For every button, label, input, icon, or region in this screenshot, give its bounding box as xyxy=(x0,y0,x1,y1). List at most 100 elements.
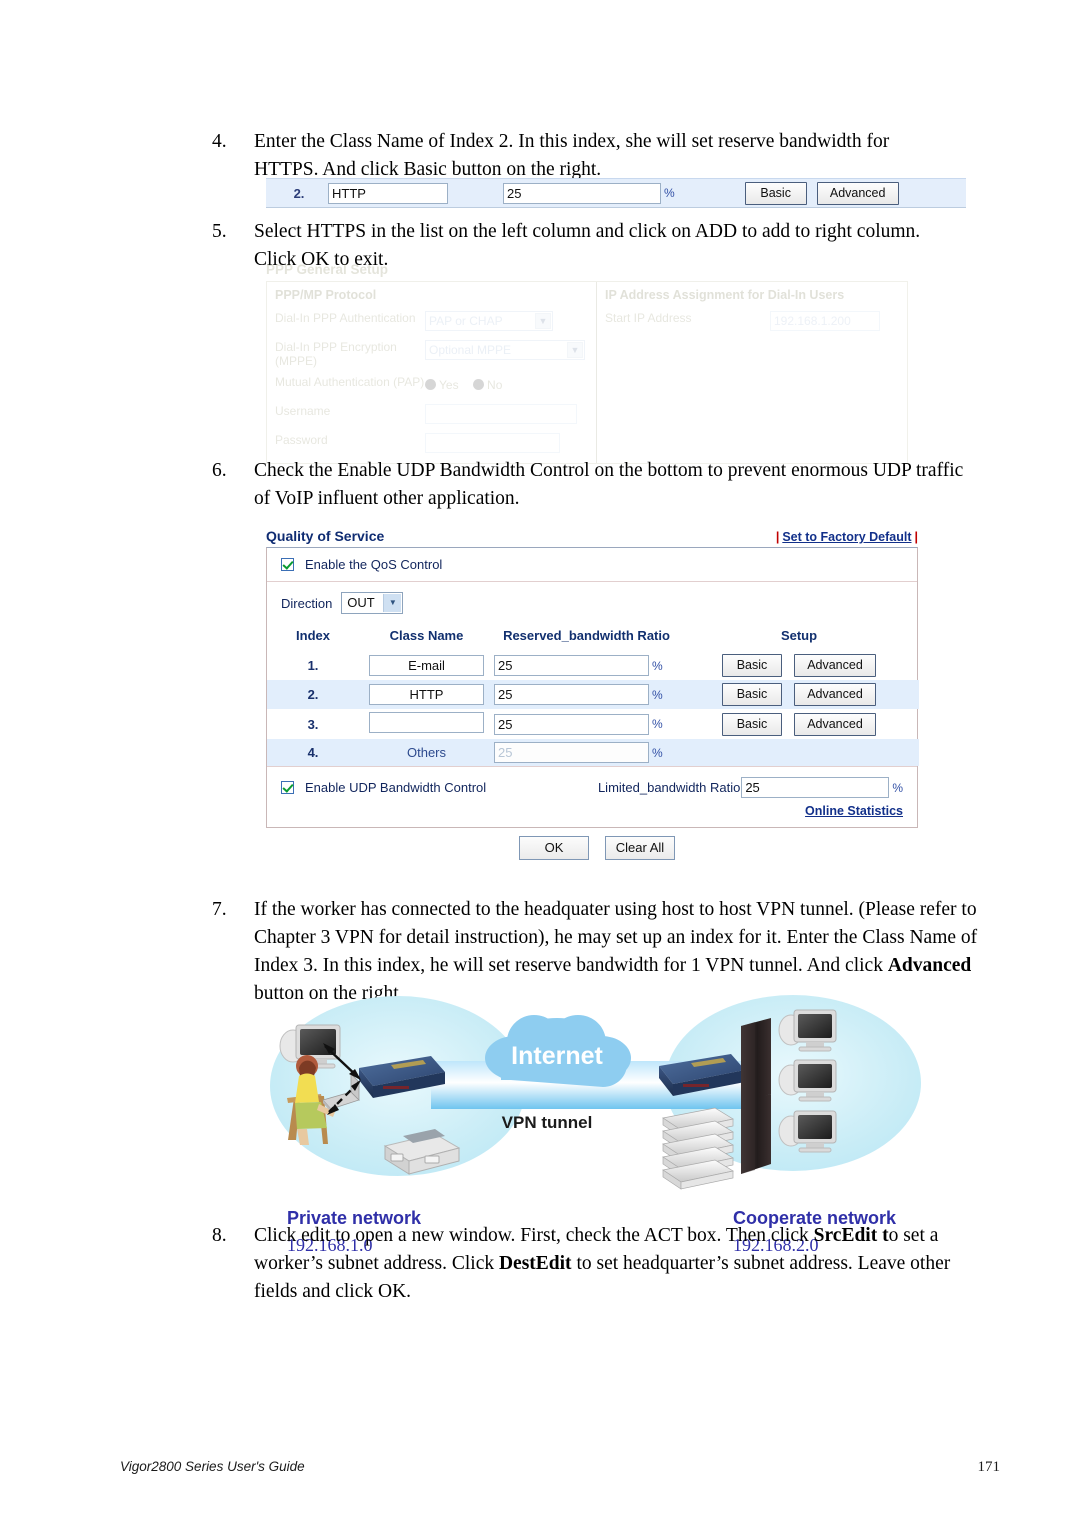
direction-row: Direction OUT ▼ xyxy=(267,582,917,624)
ip-assignment-heading: IP Address Assignment for Dial-In Users xyxy=(605,288,845,302)
basic-button[interactable]: Basic xyxy=(722,712,782,736)
ppp-general-setup-panel: PPP General Setup PPP/MP Protocol Dial-I… xyxy=(266,262,908,464)
start-ip-address-field: Start IP Address 192.168.1.200 xyxy=(605,311,899,333)
advanced-button[interactable]: Advanced xyxy=(794,712,876,736)
step-6-number: 6. xyxy=(212,460,227,481)
step-4-text: Enter the Class Name of Index 2. In this… xyxy=(254,131,890,180)
qos-class-table: Index Class Name Reserved_bandwidth Rati… xyxy=(267,624,919,766)
chevron-down-icon: ▼ xyxy=(567,342,583,358)
percent-label: % xyxy=(652,717,663,731)
step-8: 8. Click edit to open a new window. Firs… xyxy=(212,1222,992,1306)
step-4-number: 4. xyxy=(212,131,227,152)
start-ip-address-input[interactable]: 192.168.1.200 xyxy=(770,311,880,331)
enable-udp-checkbox[interactable] xyxy=(281,781,294,794)
enable-qos-label: Enable the QoS Control xyxy=(305,557,443,572)
percent-label: % xyxy=(652,687,663,702)
table-row: 1. E-mail 25 % Basic Advanced xyxy=(267,651,919,680)
enable-udp-label: Enable UDP Bandwidth Control xyxy=(305,780,487,795)
step-6: 6. Check the Enable UDP Bandwidth Contro… xyxy=(212,457,972,513)
ratio-input[interactable]: 25 xyxy=(494,655,649,676)
advanced-button[interactable]: Advanced xyxy=(794,683,876,706)
step-7-text-part1: If the worker has connected to the headq… xyxy=(254,899,978,976)
ppp-protocol-column: PPP/MP Protocol Dial-In PPP Authenticati… xyxy=(267,282,597,463)
row-index: 2. xyxy=(267,680,359,709)
enable-udp-bandwidth-row: Enable UDP Bandwidth Control Limited_ban… xyxy=(267,766,917,802)
direction-select[interactable]: OUT ▼ xyxy=(341,592,404,614)
class-name-input[interactable] xyxy=(369,712,484,733)
limited-bandwidth-group: Limited_bandwidth Ratio 25 % xyxy=(598,777,917,798)
clear-all-button[interactable]: Clear All xyxy=(605,836,675,860)
mutual-no-label: No xyxy=(487,378,503,392)
step4-class-name-input[interactable]: HTTP xyxy=(328,182,448,204)
online-statistics-link[interactable]: Online Statistics xyxy=(805,804,903,818)
vpn-tunnel-label: VPN tunnel xyxy=(502,1113,593,1132)
step-6-text: Check the Enable UDP Bandwidth Control o… xyxy=(254,460,964,509)
server-stack-icon xyxy=(662,1107,734,1190)
qos-panel-body: Enable the QoS Control Direction OUT ▼ I… xyxy=(266,547,919,828)
step-7-number: 7. xyxy=(212,899,227,920)
chevron-down-icon: ▼ xyxy=(535,313,551,329)
ratio-input[interactable]: 25 xyxy=(494,713,649,735)
direction-label: Direction xyxy=(281,595,333,611)
ratio-input-readonly: 25 xyxy=(494,742,649,763)
set-to-factory-default: | Set to Factory Default | xyxy=(776,530,918,544)
username-input[interactable] xyxy=(425,404,577,424)
footer-page-number: 171 xyxy=(977,1459,1001,1475)
internet-cloud-icon: Internet xyxy=(485,1015,631,1087)
step-8-text: Click edit to open a new window. First, … xyxy=(254,1222,992,1306)
step4-ratio-input[interactable]: 25 xyxy=(503,182,661,204)
ppp-panel-title: PPP General Setup xyxy=(266,262,389,277)
chevron-down-icon: ▼ xyxy=(383,594,402,612)
limited-bandwidth-input[interactable]: 25 xyxy=(741,777,890,798)
page-footer: Vigor2800 Series User's Guide 171 xyxy=(120,1459,1000,1476)
row-index: 3. xyxy=(307,716,319,732)
basic-button[interactable]: Basic xyxy=(722,683,782,706)
column-reserved-bandwidth-ratio: Reserved_bandwidth Ratio xyxy=(503,628,670,643)
advanced-button[interactable]: Advanced xyxy=(794,654,876,677)
dial-in-ppp-authentication-field: Dial-In PPP Authentication PAP or CHAP ▼ xyxy=(275,311,588,333)
class-name-static: Others xyxy=(359,739,494,766)
class-name-input[interactable]: E-mail xyxy=(369,655,484,676)
start-ip-address-label: Start IP Address xyxy=(605,311,692,325)
column-setup: Setup xyxy=(780,628,818,643)
ip-assignment-column: IP Address Assignment for Dial-In Users … xyxy=(597,282,907,463)
step4-class-row: 2. HTTP 25 % Basic Advanced xyxy=(266,178,966,208)
percent-label: % xyxy=(652,745,663,760)
mutual-yes-label: Yes xyxy=(439,378,459,392)
ppp-mp-protocol-heading: PPP/MP Protocol xyxy=(275,288,377,302)
table-row: 4. Others 25 % xyxy=(267,739,919,766)
radio-yes-icon[interactable] xyxy=(425,379,436,390)
step4-row-index: 2. xyxy=(293,185,305,201)
dial-in-ppp-authentication-select[interactable]: PAP or CHAP ▼ xyxy=(425,311,553,331)
step-5-number: 5. xyxy=(212,221,227,242)
enable-qos-row: Enable the QoS Control xyxy=(267,548,917,582)
qos-action-buttons: OK Clear All xyxy=(519,836,675,860)
enable-qos-checkbox[interactable] xyxy=(281,558,294,571)
dial-in-ppp-authentication-value: PAP or CHAP xyxy=(429,314,503,328)
mutual-authentication-radios: Yes No xyxy=(425,375,512,394)
radio-no-icon[interactable] xyxy=(473,379,485,390)
class-name-input[interactable]: HTTP xyxy=(369,684,484,705)
footer-guide-title: Vigor2800 Series User's Guide xyxy=(120,1459,305,1474)
set-to-factory-default-link[interactable]: Set to Factory Default xyxy=(782,530,911,544)
username-label: Username xyxy=(275,404,331,418)
dial-in-ppp-encryption-select[interactable]: Optional MPPE ▼ xyxy=(425,340,585,360)
qos-table-header-row: Index Class Name Reserved_bandwidth Rati… xyxy=(267,624,919,651)
username-field: Username xyxy=(275,404,588,426)
password-field: Password xyxy=(275,433,588,455)
mutual-authentication-field: Mutual Authentication (PAP) Yes No xyxy=(275,375,588,397)
step4-advanced-button[interactable]: Advanced xyxy=(816,181,899,205)
step4-basic-button[interactable]: Basic xyxy=(744,181,807,205)
password-input[interactable] xyxy=(425,433,560,453)
dial-in-ppp-encryption-field: Dial-In PPP Encryption (MPPE) Optional M… xyxy=(275,340,588,368)
quality-of-service-panel: Quality of Service | Set to Factory Defau… xyxy=(266,528,919,828)
password-label: Password xyxy=(275,433,328,447)
step-8-number: 8. xyxy=(212,1225,227,1246)
ratio-input[interactable]: 25 xyxy=(494,684,649,705)
step-4: 4. Enter the Class Name of Index 2. In t… xyxy=(212,128,962,184)
table-row: 3. 25 % Basic Advanced xyxy=(267,709,919,739)
basic-button[interactable]: Basic xyxy=(722,654,782,677)
internet-label: Internet xyxy=(511,1042,603,1070)
percent-label: % xyxy=(652,658,663,673)
ok-button[interactable]: OK xyxy=(519,836,589,860)
